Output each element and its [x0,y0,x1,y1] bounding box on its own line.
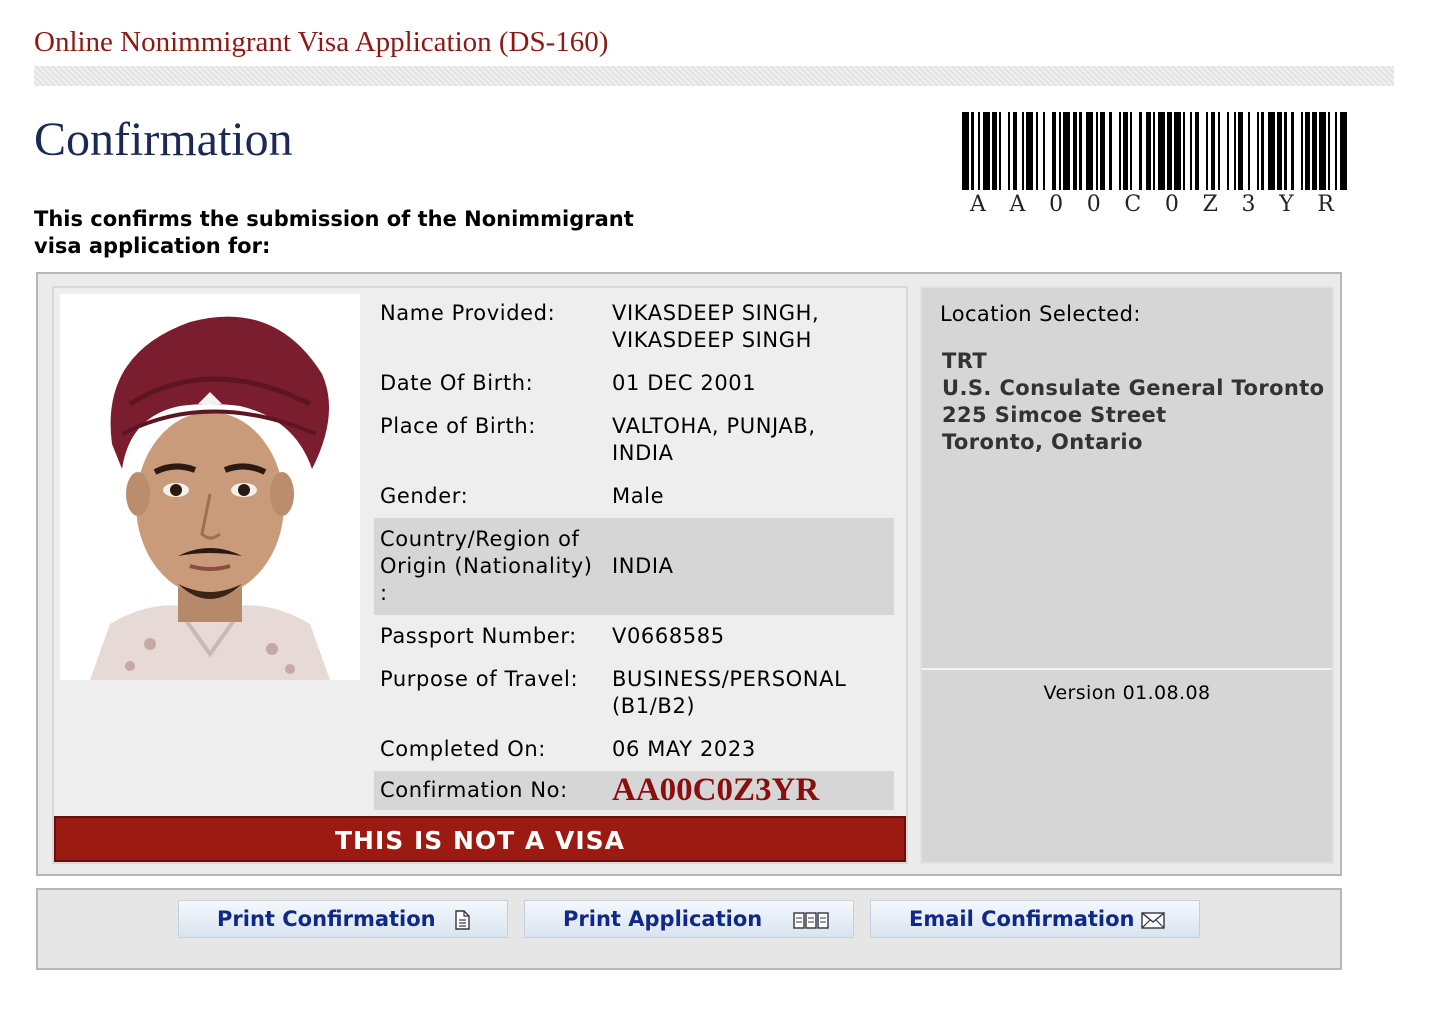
detail-value: BUSINESS/PERSONAL (B1/B2) [612,666,888,720]
app-title: Online Nonimmigrant Visa Application (DS… [34,26,609,58]
barcode-bar [1294,112,1301,190]
barcode-bars [962,112,1348,190]
barcode-char: 0 [1164,192,1181,217]
origin-label-line: Country/Region of [380,527,580,551]
barcode-bar [1086,112,1094,190]
location-divider [922,668,1332,670]
button-label: Print Application [563,907,763,931]
applicant-photo [60,294,360,680]
location-street: 225 Simcoe Street [942,403,1167,427]
barcode-text: A A 0 0 C 0 Z 3 Y R [962,192,1348,217]
not-a-visa-banner: THIS IS NOT A VISA [54,816,906,862]
detail-label: Gender: [380,484,469,508]
detail-value: V0668585 [612,624,725,648]
barcode-char: C [1124,192,1144,217]
barcode-char: A [970,192,988,217]
detail-row-place-of-birth: Place of Birth: VALTOHA, PUNJAB, INDIA [374,405,894,475]
detail-value: VIKASDEEP SINGH, VIKASDEEP SINGH [612,300,888,354]
detail-value: VALTOHA, PUNJAB, INDIA [612,413,888,467]
barcode-bar [1132,112,1139,190]
barcode-char: 0 [1086,192,1103,217]
location-code: TRT [942,349,988,373]
barcode-bar [1220,112,1227,190]
detail-label: Country/Region of Origin (Nationality) : [380,526,612,607]
detail-value: INDIA [612,554,674,578]
detail-label: Name Provided: [380,301,556,325]
purpose-line: (B1/B2) [612,694,696,718]
barcode-char: 3 [1241,192,1258,217]
detail-row-gender: Gender: Male [374,475,894,518]
barcode-bar [1199,112,1206,190]
pob-line: VALTOHA, PUNJAB, [612,414,816,438]
origin-label-line: Origin (Nationality) [380,554,593,578]
barcode-bar [1339,112,1347,190]
action-bar: Print Confirmation Print Application Ema… [36,888,1342,970]
detail-value: 06 MAY 2023 [612,737,756,761]
email-confirmation-button[interactable]: Email Confirmation [870,900,1200,938]
intro-line: This confirms the submission of the Noni… [34,207,634,231]
barcode-char: A [1009,192,1028,217]
barcode-bar [1250,112,1257,190]
detail-row-purpose: Purpose of Travel: BUSINESS/PERSONAL (B1… [374,658,894,728]
name-line: VIKASDEEP SINGH [612,328,812,352]
detail-value: Male [612,484,665,508]
detail-row-passport: Passport Number: V0668585 [374,615,894,658]
button-label: Print Confirmation [217,907,436,931]
detail-label: Place of Birth: [380,414,536,438]
detail-row-name: Name Provided: VIKASDEEP SINGH, VIKASDEE… [374,292,894,362]
origin-label-line: : [380,581,388,605]
button-label: Email Confirmation [909,907,1135,931]
detail-label: Confirmation No: [380,778,568,802]
header-divider [34,66,1394,86]
location-city: Toronto, Ontario [942,430,1143,454]
envelope-icon [1141,912,1165,929]
detail-value: 01 DEC 2001 [612,371,757,395]
purpose-line: BUSINESS/PERSONAL [612,667,847,691]
print-confirmation-button[interactable]: Print Confirmation [178,900,508,938]
location-panel: Location Selected: TRT U.S. Consulate Ge… [920,286,1334,864]
detail-row-completed: Completed On: 06 MAY 2023 [374,728,894,771]
detail-row-confirmation: Confirmation No: AA00C0Z3YR [374,771,894,810]
barcode-bar [1157,112,1165,190]
pages-icon [793,912,829,929]
page-title: Confirmation [34,113,293,166]
barcode-bar [982,112,990,190]
barcode-bar [962,112,969,190]
print-application-button[interactable]: Print Application [524,900,854,938]
barcode-char: Y [1279,192,1296,217]
barcode-bar [1173,112,1181,190]
barcode: A A 0 0 C 0 Z 3 Y R [962,112,1348,217]
location-name: U.S. Consulate General Toronto [942,376,1325,400]
applicant-details: Name Provided: VIKASDEEP SINGH, VIKASDEE… [374,292,894,810]
barcode-char: 0 [1049,192,1066,217]
location-address: TRT U.S. Consulate General Toronto 225 S… [942,348,1325,456]
barcode-bar [1001,112,1008,190]
detail-label: Purpose of Travel: [380,667,579,691]
barcode-bar [1112,112,1119,190]
name-line: VIKASDEEP SINGH, [612,301,820,325]
barcode-char: R [1317,192,1336,217]
barcode-bar [1318,112,1326,190]
detail-row-nationality: Country/Region of Origin (Nationality) :… [374,518,894,615]
barcode-bar [1026,112,1034,190]
barcode-bar [1063,112,1071,190]
detail-label: Date Of Birth: [380,371,534,395]
detail-row-dob: Date Of Birth: 01 DEC 2001 [374,362,894,405]
applicant-panel: Name Provided: VIKASDEEP SINGH, VIKASDEE… [52,286,908,864]
confirmation-panel: Name Provided: VIKASDEEP SINGH, VIKASDEE… [36,272,1342,876]
barcode-bar [1268,112,1276,190]
intro-line: visa application for: [34,234,271,258]
barcode-bar [1045,112,1052,190]
confirmation-number: AA00C0Z3YR [612,772,820,808]
location-label: Location Selected: [940,302,1141,326]
intro-text: This confirms the submission of the Noni… [34,206,694,260]
pob-line: INDIA [612,441,674,465]
version-text: Version 01.08.08 [1043,682,1211,704]
detail-label: Completed On: [380,737,546,761]
barcode-char: Z [1202,192,1220,217]
detail-label: Passport Number: [380,624,577,648]
document-icon [455,910,470,930]
